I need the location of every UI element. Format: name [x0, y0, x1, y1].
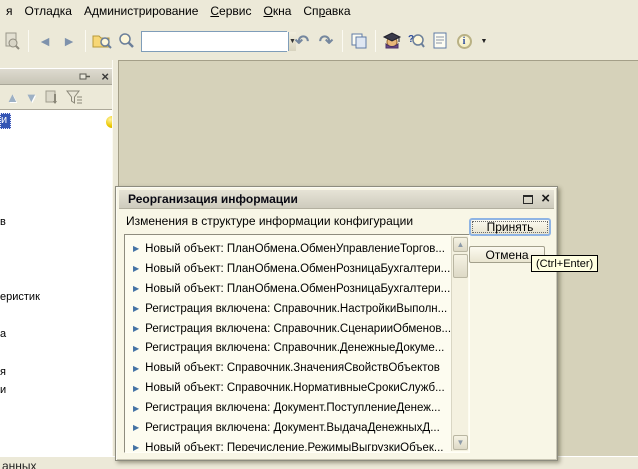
template-doc-button[interactable]	[428, 29, 452, 53]
info-button[interactable]: i	[452, 29, 476, 53]
tree-fragment[interactable]: а	[0, 328, 6, 340]
preview-doc-glyph	[3, 32, 21, 50]
list-item[interactable]: ▶Регистрация включена: Справочник.Денежн…	[126, 338, 451, 358]
back-icon: ◄	[38, 34, 52, 48]
shortcut-tooltip: (Ctrl+Enter)	[531, 255, 598, 272]
tree-fragment[interactable]: и	[0, 384, 6, 396]
item-marker-icon: ▶	[133, 284, 139, 293]
history-back-icon: ↶	[295, 33, 309, 50]
list-item[interactable]: ▶Новый объект: ПланОбмена.ОбменРозницаБу…	[126, 279, 451, 299]
info-icon: i	[457, 34, 472, 49]
document-icon	[432, 32, 448, 50]
panel-close-button[interactable]: ×	[101, 69, 109, 84]
menu-item-administrirovanie[interactable]: Администрирование	[78, 2, 204, 20]
list-item[interactable]: ▶Регистрация включена: Справочник.Настро…	[126, 299, 451, 319]
help-search-icon: ?	[407, 32, 425, 50]
search-combobox[interactable]: ▼	[141, 31, 287, 52]
item-marker-icon: ▶	[133, 423, 139, 432]
history-forward-icon: ↷	[319, 33, 333, 50]
help-search-button[interactable]: ?	[404, 29, 428, 53]
history-forward-button[interactable]: ↷	[314, 29, 338, 53]
list-item[interactable]: ▶Регистрация включена: Документ.Поступле…	[126, 398, 451, 418]
menu-item-servis[interactable]: Сервис	[204, 2, 257, 20]
menu-item-spravka[interactable]: Справка	[297, 2, 356, 20]
tree-fragment[interactable]: еристик	[0, 291, 40, 303]
list-item[interactable]: ▶Регистрация включена: Справочник.Сценар…	[126, 319, 451, 339]
menubar: я Отладка Администрирование Сервис Окна …	[0, 0, 638, 22]
list-item[interactable]: ▶Новый объект: Справочник.ЗначенияСвойст…	[126, 358, 451, 378]
menu-item-otladka[interactable]: Отладка	[19, 2, 78, 20]
toolbar-options-button[interactable]: ▼	[476, 29, 490, 53]
dialog-titlebar[interactable]: Реорганизация информации ×	[119, 190, 554, 209]
scroll-up-button[interactable]: ▲	[453, 237, 468, 252]
scroll-down-icon: ▼	[457, 438, 465, 447]
item-marker-icon: ▶	[133, 264, 139, 273]
move-down-button[interactable]: ▼	[25, 91, 38, 104]
scroll-thumb[interactable]	[453, 254, 468, 278]
menu-item-okna[interactable]: Окна	[257, 2, 297, 20]
layers-icon	[350, 32, 368, 50]
menu-item-partial[interactable]: я	[0, 2, 19, 20]
changes-list[interactable]: ▶Новый объект: ПланОбмена.ОбменУправлени…	[124, 234, 470, 453]
changes-label: Изменения в структуре информации конфигу…	[126, 214, 413, 228]
search-input[interactable]	[142, 32, 288, 51]
search-icon	[117, 32, 135, 50]
graduate-icon	[382, 32, 402, 50]
list-item[interactable]: ▶Новый объект: Перечисление.РежимыВыгруз…	[126, 438, 451, 451]
maximize-button[interactable]	[523, 195, 533, 204]
dialog-title: Реорганизация информации	[119, 192, 298, 206]
item-marker-icon: ▶	[133, 364, 139, 373]
list-item[interactable]: ▶Новый объект: Справочник.НормативныеСро…	[126, 378, 451, 398]
item-marker-icon: ▶	[133, 304, 139, 313]
history-back-button[interactable]: ↶	[290, 29, 314, 53]
filter-button[interactable]	[66, 90, 84, 105]
item-marker-icon: ▶	[133, 244, 139, 253]
forward-icon: ►	[62, 34, 76, 48]
move-up-button[interactable]: ▲	[6, 91, 19, 104]
toolbar-separator	[375, 30, 376, 52]
find-in-tree-button[interactable]	[90, 29, 114, 53]
toolbar-separator	[85, 30, 86, 52]
tree-fragment[interactable]: я	[0, 366, 6, 378]
forward-button[interactable]: ►	[57, 29, 81, 53]
close-button[interactable]: ×	[541, 192, 550, 206]
toolbar-separator	[342, 30, 343, 52]
scroll-down-button[interactable]: ▼	[453, 435, 468, 450]
accept-button[interactable]: Принять	[469, 218, 551, 236]
toolbar-separator	[28, 30, 29, 52]
sort-icon	[44, 90, 60, 105]
back-button[interactable]: ◄	[33, 29, 57, 53]
config-tree[interactable]: и в еристик а я и	[0, 109, 112, 456]
list-item[interactable]: ▶Новый объект: ПланОбмена.ОбменУправлени…	[126, 239, 451, 259]
chevron-down-icon: ▼	[481, 38, 488, 45]
folder-search-icon	[92, 32, 112, 50]
status-text: анных	[2, 459, 37, 469]
item-marker-icon: ▶	[133, 443, 139, 451]
list-item[interactable]: ▶Регистрация включена: Документ.ВыдачаДе…	[126, 418, 451, 438]
reorganization-dialog: Реорганизация информации × Изменения в с…	[115, 186, 558, 461]
app-window: я Отладка Администрирование Сервис Окна …	[0, 0, 638, 469]
scroll-up-icon: ▲	[457, 240, 465, 249]
sort-button[interactable]	[44, 90, 60, 105]
scrollbar[interactable]: ▲ ▼	[451, 236, 468, 451]
syntax-check-button[interactable]	[380, 29, 404, 53]
search-button[interactable]	[114, 29, 138, 53]
pin-icon[interactable]	[79, 73, 90, 83]
item-marker-icon: ▶	[133, 384, 139, 393]
preview-doc-icon[interactable]	[0, 29, 24, 53]
item-marker-icon: ▶	[133, 324, 139, 333]
tree-selected-item[interactable]: и	[0, 113, 11, 129]
filter-icon	[66, 90, 84, 105]
panel-titlebar[interactable]: ×	[0, 68, 112, 85]
main-toolbar: ◄ ► ▼ ↶ ↷	[0, 22, 638, 60]
panel-toolbar: ▲ ▼	[0, 86, 112, 109]
item-marker-icon: ▶	[133, 344, 139, 353]
tree-fragment[interactable]: в	[0, 216, 6, 228]
item-marker-icon: ▶	[133, 404, 139, 413]
list-item[interactable]: ▶Новый объект: ПланОбмена.ОбменРозницаБу…	[126, 259, 451, 279]
copy-windows-button[interactable]	[347, 29, 371, 53]
